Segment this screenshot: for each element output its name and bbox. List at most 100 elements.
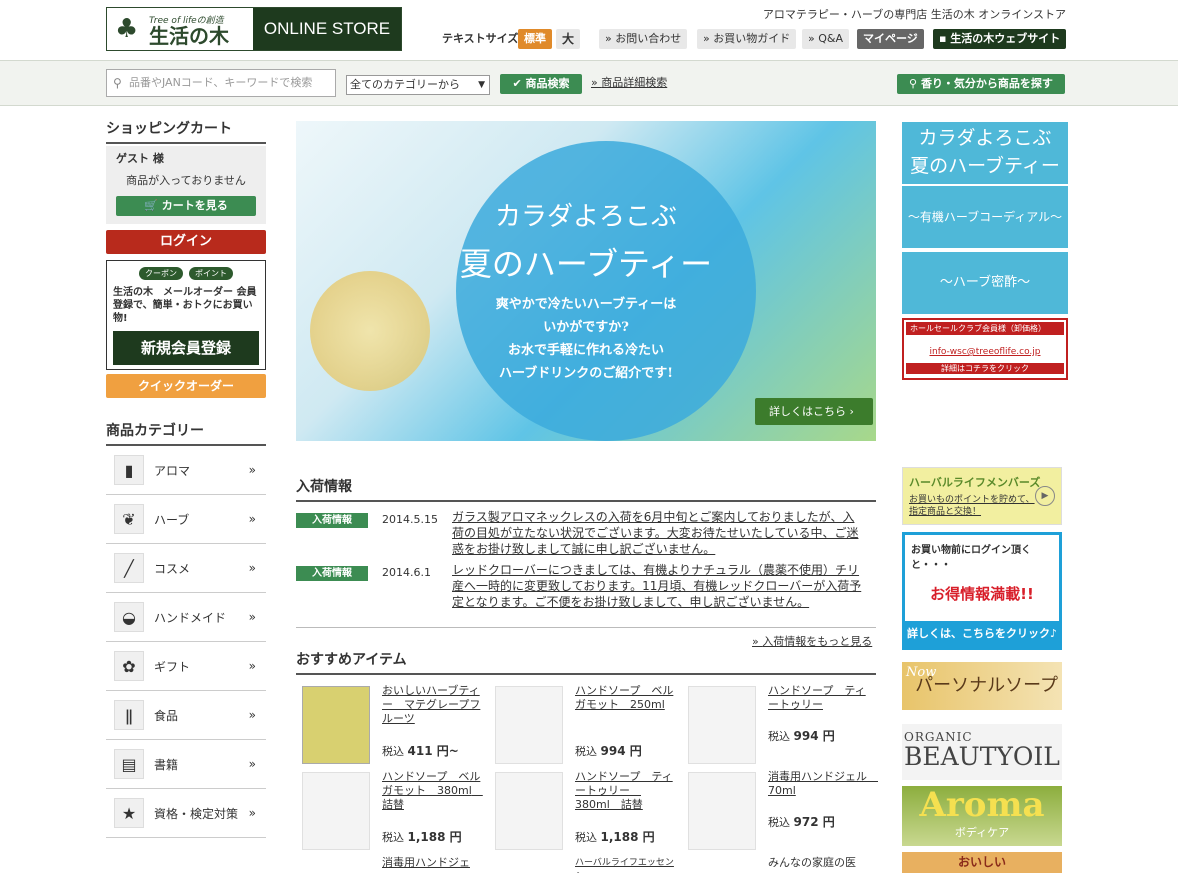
category-item-handmade[interactable]: ◒ ハンドメイド » (106, 593, 266, 642)
search-button[interactable]: ✔ 商品検索 (500, 74, 582, 94)
category-item-food[interactable]: ǁ 食品 » (106, 691, 266, 740)
news-more-link[interactable]: » 入荷情報をもっと見る (752, 633, 872, 649)
chevron-right-icon: » (248, 610, 256, 624)
price-value: 1,188 円 (407, 830, 462, 844)
member-pills: クーポン ポイント (113, 267, 259, 280)
product-name[interactable]: ハーバルライフエッセンシャ (575, 856, 675, 873)
product-item[interactable]: ハンドソープ ベルガモット 250ml 税込 994 円 (489, 680, 679, 764)
website-button[interactable]: ▪ 生活の木ウェブサイト (933, 29, 1067, 49)
register-button[interactable]: 新規会員登録 (113, 331, 259, 365)
product-image[interactable] (302, 686, 370, 764)
category-item-aroma[interactable]: ▮ アロマ » (106, 446, 266, 495)
product-name[interactable]: おいしいハーブティー マテグレープフルーツ (382, 684, 482, 726)
aroma-body-care-banner[interactable]: Aroma ボディケア (902, 786, 1062, 846)
organic-beauty-oil-banner[interactable]: ORGANIC BEAUTYOIL (902, 724, 1062, 780)
category-item-gift[interactable]: ✿ ギフト » (106, 642, 266, 691)
category-label: 資格・検定対策 (154, 806, 239, 821)
product-image[interactable] (495, 772, 563, 850)
mypage-button[interactable]: マイページ (857, 29, 924, 49)
herbal-life-members-banner[interactable]: ハーバルライフメンバーズ お買いものポイントを貯めて、 指定商品と交換！ ▶ (902, 467, 1062, 525)
scent-search-button[interactable]: ⚲ 香り・気分から商品を探す (897, 74, 1065, 94)
hero-line1: カラダよろこぶ (494, 202, 677, 232)
guide-button[interactable]: » お買い物ガイド (697, 29, 797, 49)
category-item-herb[interactable]: ❦ ハーブ » (106, 495, 266, 544)
advanced-search-link[interactable]: » 商品詳細検索 (591, 74, 667, 90)
news-date: 2014.6.1 (382, 566, 431, 579)
search-button-label: 商品検索 (525, 77, 570, 90)
chevron-right-icon: » (248, 708, 256, 722)
price-label: 税込 (382, 745, 404, 758)
hero-banner[interactable]: カラダよろこぶ 夏のハーブティー 爽やかで冷たいハーブティーは いかがですか? … (296, 121, 876, 441)
product-item[interactable]: みんなの家庭の医 (682, 852, 872, 873)
login-deals-banner[interactable]: お買い物前にログイン頂くと・・・ お得情報満載!! 詳しくは、こちらをクリック♪ (902, 532, 1062, 650)
view-cart-button[interactable]: 🛒 カートを見る (116, 196, 256, 216)
member-register-banner[interactable]: クーポン ポイント 生活の木 メールオーダー 会員 登録で、簡単・おトクにお買い… (106, 260, 266, 370)
chevron-right-icon: » (248, 561, 256, 575)
scent-search-label: 香り・気分から商品を探す (920, 77, 1053, 90)
wholesale-club-banner[interactable]: ホールセールクラブ会員様（卸価格） info-wsc@treeoflife.co… (902, 318, 1068, 380)
product-item[interactable]: 消毒用ハンドジェル 70ml 税込 972 円 (682, 766, 878, 850)
product-item[interactable]: おいしいハーブティー マテグレープフルーツ 税込 411 円~ (296, 680, 486, 764)
product-price: 税込 994 円 (575, 742, 642, 759)
qa-button[interactable]: » Q&A (802, 29, 849, 49)
member-text: 生活の木 メールオーダー 会員 登録で、簡単・おトクにお買い物! (113, 286, 259, 325)
oishii-banner[interactable]: おいしい (902, 852, 1062, 873)
recommend-title: おすすめアイテム (296, 649, 876, 675)
hero-details-button[interactable]: 詳しくはこちら › (755, 398, 873, 425)
product-image[interactable] (495, 686, 563, 764)
news-link[interactable]: レッドクローバーにつきましては、有機よりナチュラル（農薬不使用）チリ産へ一時的に… (452, 562, 862, 610)
summer-herb-tea-banner[interactable]: カラダよろこぶ 夏のハーブティー (902, 122, 1068, 184)
herb-cordial-banner[interactable]: ～有機ハーブコーディアル～ (902, 186, 1068, 248)
product-name[interactable]: ハンドソープ ティートゥリー 380ml 詰替 (575, 770, 675, 812)
hero-subtext: 爽やかで冷たいハーブティーは いかがですか? お水で手軽に作れる冷たい ハーブド… (296, 293, 876, 385)
product-name[interactable]: ハンドソープ ベルガモット 250ml (575, 684, 675, 712)
mortar-icon: ◒ (114, 602, 144, 632)
category-select[interactable]: 全てのカテゴリーから ▼ (346, 75, 490, 95)
cart-icon: 🛒 (144, 199, 162, 212)
store-logo[interactable]: ♣ Tree of lifeの創造 生活の木 ONLINE STORE (106, 7, 402, 51)
text-size-normal-button[interactable]: 標準 (518, 29, 552, 49)
category-item-certification[interactable]: ★ 資格・検定対策 » (106, 789, 266, 838)
news-date: 2014.5.15 (382, 513, 438, 526)
news-link[interactable]: ガラス製アロマネックレスの入荷を6月中旬とご案内しておりましたが、入荷の目処が立… (452, 509, 862, 557)
category-item-books[interactable]: ▤ 書籍 » (106, 740, 266, 789)
price-value: 994 円 (793, 729, 835, 743)
product-image[interactable] (688, 772, 756, 850)
logo-text: Tree of lifeの創造 生活の木 (149, 13, 229, 46)
product-name[interactable]: ハンドソープ ベルガモット 380ml 詰替 (382, 770, 483, 812)
herb-vinegar-banner[interactable]: ～ハーブ密酢～ (902, 252, 1068, 314)
product-price: 税込 994 円 (768, 727, 835, 744)
hero-sub2: いかがですか? (543, 320, 629, 335)
product-item[interactable]: ハーバルライフエッセンシャ (489, 852, 679, 873)
product-name[interactable]: 消毒用ハンドジェル 70ml (768, 770, 878, 798)
personal-soap-banner[interactable]: Now パーソナルソープ (902, 662, 1062, 710)
news-badge: 入荷情報 (296, 566, 368, 581)
search-bar: ⚲ 品番やJANコード、キーワードで検索 全てのカテゴリーから ▼ ✔ 商品検索… (0, 60, 1178, 106)
product-item[interactable]: ハンドソープ ティートゥリー 税込 994 円 (682, 680, 872, 764)
product-item[interactable]: ハンドソープ ティートゥリー 380ml 詰替 税込 1,188 円 (489, 766, 679, 850)
logo-online-store: ONLINE STORE (253, 8, 401, 50)
price-value: 994 円 (600, 744, 642, 758)
product-image[interactable] (688, 686, 756, 764)
product-name[interactable]: ハンドソープ ティートゥリー (768, 684, 868, 712)
logo-mark: ♣ Tree of lifeの創造 生活の木 (107, 8, 253, 50)
login-button[interactable]: ログイン (106, 230, 266, 254)
product-item[interactable]: 消毒用ハンドジェ (296, 852, 486, 873)
personal-soap-label: パーソナルソープ (915, 675, 1058, 696)
product-name[interactable]: 消毒用ハンドジェ (382, 856, 482, 870)
price-label: 税込 (768, 816, 790, 829)
dropdown-arrow-icon: ▼ (478, 80, 485, 90)
product-name[interactable]: みんなの家庭の医 (768, 856, 868, 870)
ribbon-icon: ✿ (114, 651, 144, 681)
product-image[interactable] (302, 772, 370, 850)
play-icon: ▶ (1035, 486, 1055, 506)
chevron-right-icon: » (248, 659, 256, 673)
category-item-cosme[interactable]: ╱ コスメ » (106, 544, 266, 593)
contact-button[interactable]: » お問い合わせ (599, 29, 688, 49)
text-size-large-button[interactable]: 大 (556, 29, 581, 49)
quick-order-button[interactable]: クイックオーダー (106, 374, 266, 398)
search-input[interactable]: ⚲ 品番やJANコード、キーワードで検索 (106, 69, 336, 97)
product-item[interactable]: ハンドソープ ベルガモット 380ml 詰替 税込 1,188 円 (296, 766, 486, 850)
news-title: 入荷情報 (296, 476, 876, 502)
cart-box: ゲスト 様 商品が入っておりません 🛒 カートを見る (106, 146, 266, 224)
